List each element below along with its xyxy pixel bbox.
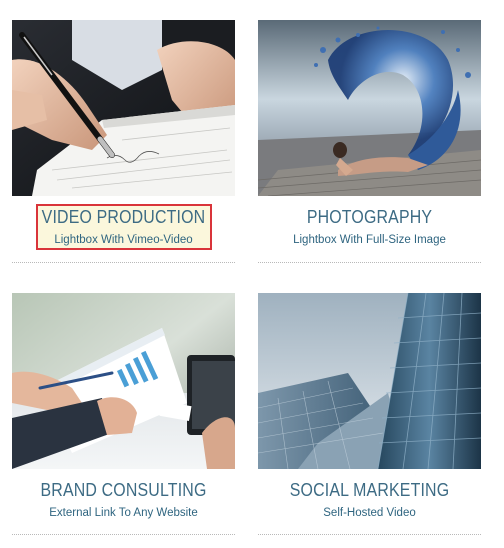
dotted-divider [12,534,235,535]
item-subtitle[interactable]: Self-Hosted Video [258,507,481,519]
portfolio-item-brand-consulting[interactable]: BRAND CONSULTING External Link To Any We… [12,293,235,535]
thumbnail-business-charts-tablet[interactable] [12,293,235,469]
thumbnail-hand-signing-document[interactable] [12,20,235,196]
item-subtitle[interactable]: External Link To Any Website [12,507,235,519]
item-subtitle[interactable]: Lightbox With Vimeo-Video [12,234,235,246]
item-title[interactable]: PHOTOGRAPHY [274,206,466,228]
dotted-divider [258,534,481,535]
dotted-divider [258,262,481,263]
item-title[interactable]: VIDEO PRODUCTION [28,206,220,228]
dotted-divider [12,262,235,263]
thumbnail-glass-skyscrapers[interactable] [258,293,481,469]
portfolio-item-social-marketing[interactable]: SOCIAL MARKETING Self-Hosted Video [258,293,481,535]
portfolio-item-video-production[interactable]: VIDEO PRODUCTION Lightbox With Vimeo-Vid… [12,20,235,270]
item-subtitle[interactable]: Lightbox With Full-Size Image [258,234,481,246]
item-title[interactable]: SOCIAL MARKETING [274,479,466,501]
thumbnail-dancer-with-water-splash[interactable] [258,20,481,196]
item-title[interactable]: BRAND CONSULTING [28,479,220,501]
portfolio-item-photography[interactable]: PHOTOGRAPHY Lightbox With Full-Size Imag… [258,20,481,270]
